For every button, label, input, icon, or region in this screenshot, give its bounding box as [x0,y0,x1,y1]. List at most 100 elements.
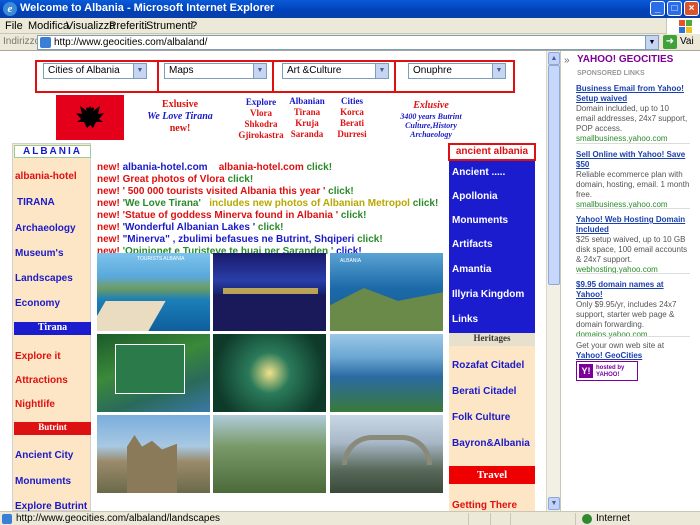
minimize-button[interactable]: _ [650,1,665,16]
address-input[interactable]: http://www.geocities.com/albaland/ ▼ [37,35,659,50]
eagle-icon [76,106,104,128]
address-url: http://www.geocities.com/albaland/ [54,37,208,48]
left-item-explore-butrint[interactable]: Explore Butrint [15,501,87,511]
ad-divider [576,336,690,337]
status-separator [575,513,576,525]
header-exlusive[interactable]: Exlusive We Love Tirana new! [140,99,220,135]
photo-bridge[interactable] [330,415,443,493]
news-line[interactable]: new! 'Statue of goddess Minerva found in… [97,210,366,221]
right-item-rozafat[interactable]: Rozafat Citadel [452,360,524,371]
cities-select[interactable]: Cities of Albania ▼ [43,63,147,79]
right-item-ancient[interactable]: Ancient ..... [452,167,505,178]
scroll-down-icon[interactable]: ▼ [548,497,560,510]
go-arrow-icon[interactable]: ➜ [663,35,677,49]
news-line[interactable]: new! ' 500 000 tourists visited Albania … [97,186,354,197]
photo-city-lights[interactable] [213,334,326,412]
news-line[interactable]: new! 'We Love Tirana' includes new photo… [97,198,438,209]
hosted-by-yahoo-badge[interactable]: Y! hosted by YAHOO! [576,361,638,381]
right-item-folk[interactable]: Folk Culture [452,412,510,423]
news-line[interactable]: new! "Minerva" , zbulimi befasues ne But… [97,234,383,245]
scroll-up-icon[interactable]: ▲ [548,52,560,65]
ad-divider [576,273,690,274]
chevron-down-icon: ▼ [133,64,146,78]
close-button[interactable]: × [684,1,699,16]
yahoo-geocities-logo[interactable]: YAHOO! GEOCITIES [577,54,673,65]
right-item-links[interactable]: Links [452,314,478,325]
right-item-illyria[interactable]: Illyria Kingdom [452,289,524,300]
ad-divider [576,208,690,209]
news-line[interactable]: new! Great photos of Vlora click! [97,174,253,185]
photo-castle[interactable] [97,415,210,493]
maps-select[interactable]: Maps ▼ [164,63,267,79]
right-item-berati[interactable]: Berati Citadel [452,386,516,397]
right-item-getting-there[interactable]: Getting There [452,500,517,511]
left-item-tirana[interactable]: TIRANA [17,197,55,208]
photo-coast[interactable]: ALBANIA [330,253,443,331]
left-item-attractions[interactable]: Attractions [15,375,68,386]
menu-visualizza[interactable]: Visualizza [66,20,115,32]
window-title: Welcome to Albania - Microsoft Internet … [20,2,275,14]
photo-ruins[interactable] [213,415,326,493]
left-item-albania-hotel[interactable]: albania-hotel [15,171,77,182]
chevron-down-icon: ▼ [253,64,266,78]
right-item-monuments[interactable]: Monuments [452,215,508,226]
browser-content: Cities of Albania ▼ Maps ▼ Art &Culture ▼ O… [0,51,700,511]
art-culture-select[interactable]: Art &Culture ▼ [282,63,389,79]
header-explore[interactable]: Explore Vlora Shkodra Gjirokastra [232,97,290,141]
photo-lagoon[interactable] [330,334,443,412]
left-item-archaeology[interactable]: Archaeology [15,223,76,234]
menu-preferiti[interactable]: Preferiti [109,20,147,32]
left-item-explore-it[interactable]: Explore it [15,351,61,362]
status-url: http://www.geocities.com/albaland/landsc… [16,513,221,524]
yahoo-y-icon: Y! [579,364,593,378]
chevron-down-icon: ▼ [492,64,505,78]
go-button[interactable]: Vai [680,36,694,47]
photo-night-lake[interactable] [213,253,326,331]
address-dropdown-icon[interactable]: ▼ [645,36,658,49]
left-item-nightlife[interactable]: Nightlife [15,399,55,410]
menu-strumenti[interactable]: Strumenti [146,20,193,32]
status-separator [468,513,469,525]
butrint-heading: Butrint [14,422,91,435]
left-item-museums[interactable]: Museum's [15,248,64,259]
right-item-amantia[interactable]: Amantia [452,264,491,275]
maximize-button[interactable]: □ [667,1,682,16]
address-bar: Indirizzo http://www.geocities.com/albal… [0,34,700,51]
page-scrollbar[interactable]: ▲ ▼ [546,51,560,511]
left-item-ancient-city[interactable]: Ancient City [15,450,73,461]
right-item-bayron[interactable]: Bayron&Albania [452,438,530,449]
left-item-economy[interactable]: Economy [15,298,60,309]
scroll-thumb[interactable] [548,65,560,285]
collapse-sidebar-icon[interactable]: » [564,55,570,66]
ie-icon: e [3,2,17,16]
news-line[interactable]: new! albania-hotel.com albania-hotel.com… [97,162,332,173]
ad-block[interactable]: Business Email from Yahoo! Setup waived … [576,84,690,144]
right-heading: ancient albania [448,143,536,161]
geocities-link[interactable]: Yahoo! GeoCities [576,351,690,361]
internet-zone-icon [582,514,592,524]
menu-help[interactable]: ? [191,20,197,32]
photo-bay[interactable] [97,334,210,412]
right-item-artifacts[interactable]: Artifacts [452,239,493,250]
status-separator [510,513,511,525]
windows-logo-icon [666,18,700,34]
ad-block[interactable]: Sell Online with Yahoo! Save $50 Reliabl… [576,150,690,210]
ad-block[interactable]: $9.95 domain names at Yahoo! Only $9.95/… [576,280,690,340]
onuphre-select[interactable]: Onuphre ▼ [408,63,506,79]
albania-flag-image [56,95,124,140]
title-bar: e Welcome to Albania - Microsoft Interne… [0,0,700,18]
chevron-down-icon: ▼ [375,64,388,78]
menu-modifica[interactable]: Modifica [28,20,69,32]
news-line[interactable]: new! 'Wonderful Albanian Lakes ' click! [97,222,283,233]
header-cities[interactable]: Cities Korca Berati Durresi [330,96,374,140]
header-butrint[interactable]: Exlusive 3400 years Butrint Culture,Hist… [384,99,478,139]
ad-block[interactable]: Yahoo! Web Hosting Domain Included $25 s… [576,215,690,275]
left-item-landscapes[interactable]: Landscapes [15,273,73,284]
right-nav-column: ancient albania Ancient ..... Apollonia … [448,143,536,511]
right-item-apollonia[interactable]: Apollonia [452,191,498,202]
header-albanian[interactable]: Albanian Tirana Kruja Saranda [283,96,331,140]
travel-heading: Travel [449,466,535,484]
left-item-monuments[interactable]: Monuments [15,476,71,487]
photo-beach[interactable]: TOURISTS ALBANIA [97,253,210,331]
menu-file[interactable]: File [5,20,23,32]
